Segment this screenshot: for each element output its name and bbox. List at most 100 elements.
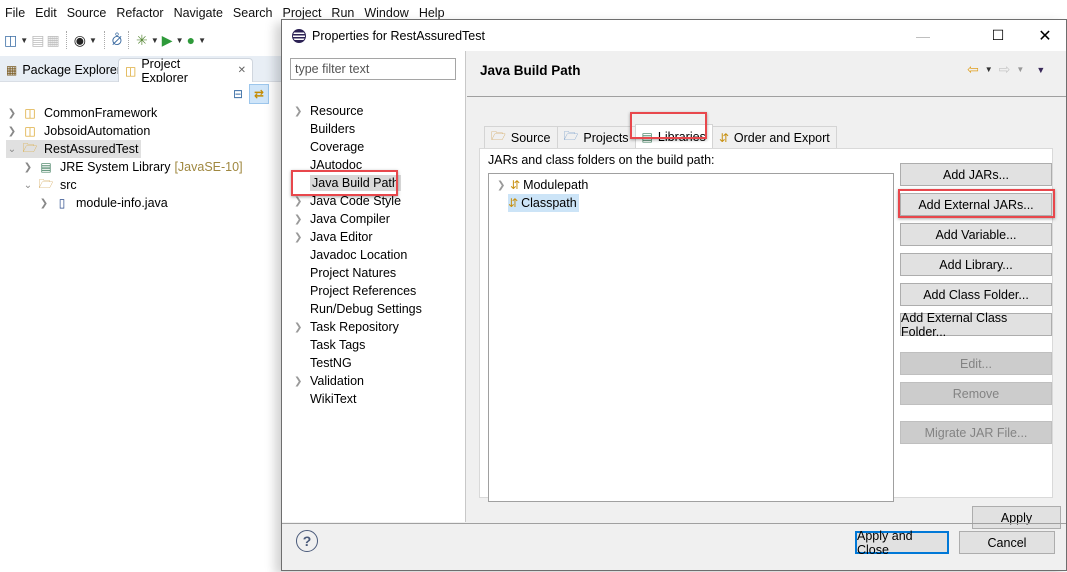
menu-window[interactable]: Window xyxy=(363,6,416,20)
nav-item-wikitext[interactable]: WikiText xyxy=(294,390,357,408)
back-arrow-icon[interactable]: ⇦ xyxy=(967,61,979,78)
chevron-down-icon[interactable]: ▼ xyxy=(88,30,98,50)
nav-item-run-debug-settings[interactable]: Run/Debug Settings xyxy=(294,300,422,318)
chevron-right-icon[interactable]: ❯ xyxy=(22,162,34,173)
tree-item-selected[interactable]: ⌄ 🗁 RestAssuredTest xyxy=(6,140,142,158)
cancel-button[interactable]: Cancel xyxy=(959,531,1055,554)
chevron-right-icon[interactable]: ❯ xyxy=(6,126,18,137)
nav-item-testng[interactable]: TestNG xyxy=(294,354,352,372)
menu-file[interactable]: File xyxy=(4,6,33,20)
tree-item[interactable]: ❯ ▤ JRE System Library [JavaSE-10] xyxy=(22,158,243,176)
debug-icon[interactable]: ✳ xyxy=(136,30,148,50)
tab-libraries[interactable]: ▤ Libraries xyxy=(634,124,713,148)
nav-item-label: Java Build Path xyxy=(310,175,401,191)
run-coverage-icon[interactable]: ● xyxy=(187,30,195,50)
menu-source[interactable]: Source xyxy=(66,6,115,20)
explorer-view-tabs: ▦ Package Explorer ◫ Project Explorer ✕ xyxy=(0,56,282,85)
nav-item-java-build-path[interactable]: Java Build Path xyxy=(294,174,401,192)
nav-item-java-code-style[interactable]: ❯ Java Code Style xyxy=(294,192,401,210)
save-all-icon[interactable]: ▦ xyxy=(46,30,59,50)
tab-order-and-export[interactable]: ⇵ Order and Export xyxy=(711,126,837,148)
tree-item[interactable]: ⌄ 🗁 src xyxy=(22,176,77,194)
entry-label: Modulepath xyxy=(523,178,589,192)
add-jars-button[interactable]: Add JARs... xyxy=(900,163,1052,186)
source-folder-icon: 🗁 xyxy=(491,129,506,143)
chevron-down-icon[interactable]: ▼ xyxy=(985,65,993,74)
menu-search[interactable]: Search xyxy=(232,6,281,20)
chevron-right-icon[interactable]: ❯ xyxy=(38,198,50,209)
chevron-right-icon[interactable]: ❯ xyxy=(294,232,308,243)
chevron-right-icon[interactable]: ❯ xyxy=(294,106,308,117)
eclipse-logo-icon xyxy=(292,28,306,43)
menu-edit[interactable]: Edit xyxy=(34,6,65,20)
view-menu-icon[interactable]: ▼ xyxy=(1036,65,1045,75)
add-library-button[interactable]: Add Library... xyxy=(900,253,1052,276)
nav-item-task-repository[interactable]: ❯ Task Repository xyxy=(294,318,399,336)
add-class-folder-button[interactable]: Add Class Folder... xyxy=(900,283,1052,306)
menu-help[interactable]: Help xyxy=(418,6,453,20)
menu-project[interactable]: Project xyxy=(282,6,330,20)
classpath-entry-modulepath[interactable]: ❯ ⇵ Modulepath xyxy=(497,176,588,194)
tree-item[interactable]: ❯ ◫ JobsoidAutomation xyxy=(6,122,151,140)
apply-button[interactable]: Apply xyxy=(972,506,1061,529)
tree-item[interactable]: ❯ ◫ CommonFramework xyxy=(6,104,157,122)
dialog-title-bar: Properties for RestAssuredTest — ☐ ✕ xyxy=(282,20,1066,51)
filter-input[interactable] xyxy=(290,58,456,80)
tab-package-explorer[interactable]: ▦ Package Explorer xyxy=(0,58,127,82)
save-icon[interactable]: ▤ xyxy=(31,30,44,50)
chevron-down-icon[interactable]: ▼ xyxy=(197,30,207,50)
nav-item-project-references[interactable]: Project References xyxy=(294,282,416,300)
classpath-entry-classpath[interactable]: ⇵ Classpath xyxy=(508,194,579,212)
skip-breakpoints-icon[interactable]: ⦲ xyxy=(112,30,122,50)
nav-item-project-natures[interactable]: Project Natures xyxy=(294,264,396,282)
collapse-all-icon[interactable]: ⊟ xyxy=(228,84,248,104)
build-path-tabs: 🗁 Source 🗁 Projects ▤ Libraries ⇵ Order … xyxy=(484,124,837,148)
chevron-down-icon[interactable]: ⌄ xyxy=(6,144,18,155)
projects-folder-icon: 🗁 xyxy=(563,129,579,143)
chevron-right-icon[interactable]: ❯ xyxy=(294,376,308,387)
nav-item-task-tags[interactable]: Task Tags xyxy=(294,336,365,354)
maximize-button[interactable]: ☐ xyxy=(975,20,1021,51)
menu-navigate[interactable]: Navigate xyxy=(173,6,231,20)
chevron-right-icon[interactable]: ❯ xyxy=(6,108,18,119)
chevron-down-icon[interactable]: ⌄ xyxy=(22,180,34,191)
maven-project-warning-icon: ◫ xyxy=(24,106,36,120)
nav-item-java-compiler[interactable]: ❯ Java Compiler xyxy=(294,210,390,228)
explorer-view-toolbar: ⊟ ⇄ xyxy=(0,82,282,106)
nav-item-label: Project Natures xyxy=(310,266,397,280)
chevron-down-icon[interactable]: ▼ xyxy=(150,30,160,50)
new-wizard-icon[interactable]: ◫ xyxy=(4,30,17,50)
chevron-down-icon[interactable]: ▼ xyxy=(175,30,185,50)
classpath-tree[interactable]: ❯ ⇵ Modulepath ⇵ Classpath xyxy=(488,173,894,502)
nav-item-jautodoc[interactable]: JAutodoc xyxy=(294,156,362,174)
tab-project-explorer[interactable]: ◫ Project Explorer ✕ xyxy=(118,57,253,85)
tree-item[interactable]: ❯ ▯ module-info.java xyxy=(38,194,168,212)
chevron-right-icon[interactable]: ❯ xyxy=(294,322,308,333)
chevron-right-icon[interactable]: ❯ xyxy=(497,180,509,191)
tab-projects[interactable]: 🗁 Projects xyxy=(556,126,636,148)
add-variable-button[interactable]: Add Variable... xyxy=(900,223,1052,246)
add-external-jars-button[interactable]: Add External JARs... xyxy=(900,193,1052,216)
help-icon[interactable]: ? xyxy=(296,530,318,552)
link-with-editor-icon[interactable]: ⇄ xyxy=(249,84,269,104)
nav-item-javadoc-location[interactable]: Javadoc Location xyxy=(294,246,407,264)
add-external-class-folder-button[interactable]: Add External Class Folder... xyxy=(900,311,1052,339)
nav-item-label: Task Tags xyxy=(310,338,366,352)
close-icon[interactable]: ✕ xyxy=(238,65,246,76)
run-icon[interactable]: ▶ xyxy=(162,30,173,50)
entry-label: Classpath xyxy=(521,196,577,210)
nav-item-validation[interactable]: ❯ Validation xyxy=(294,372,364,390)
chevron-right-icon[interactable]: ❯ xyxy=(294,214,308,225)
nav-item-builders[interactable]: Builders xyxy=(294,120,355,138)
chevron-down-icon[interactable]: ▼ xyxy=(19,30,29,50)
close-button[interactable]: ✕ xyxy=(1022,20,1067,51)
chevron-right-icon[interactable]: ❯ xyxy=(294,196,308,207)
profile-icon[interactable]: ◉ xyxy=(74,30,86,50)
nav-item-java-editor[interactable]: ❯ Java Editor xyxy=(294,228,373,246)
menu-refactor[interactable]: Refactor xyxy=(115,6,171,20)
apply-and-close-button[interactable]: Apply and Close xyxy=(855,529,949,557)
tab-source[interactable]: 🗁 Source xyxy=(484,126,558,148)
nav-item-coverage[interactable]: Coverage xyxy=(294,138,364,156)
nav-item-resource[interactable]: ❯ Resource xyxy=(294,102,364,120)
menu-run[interactable]: Run xyxy=(330,6,362,20)
